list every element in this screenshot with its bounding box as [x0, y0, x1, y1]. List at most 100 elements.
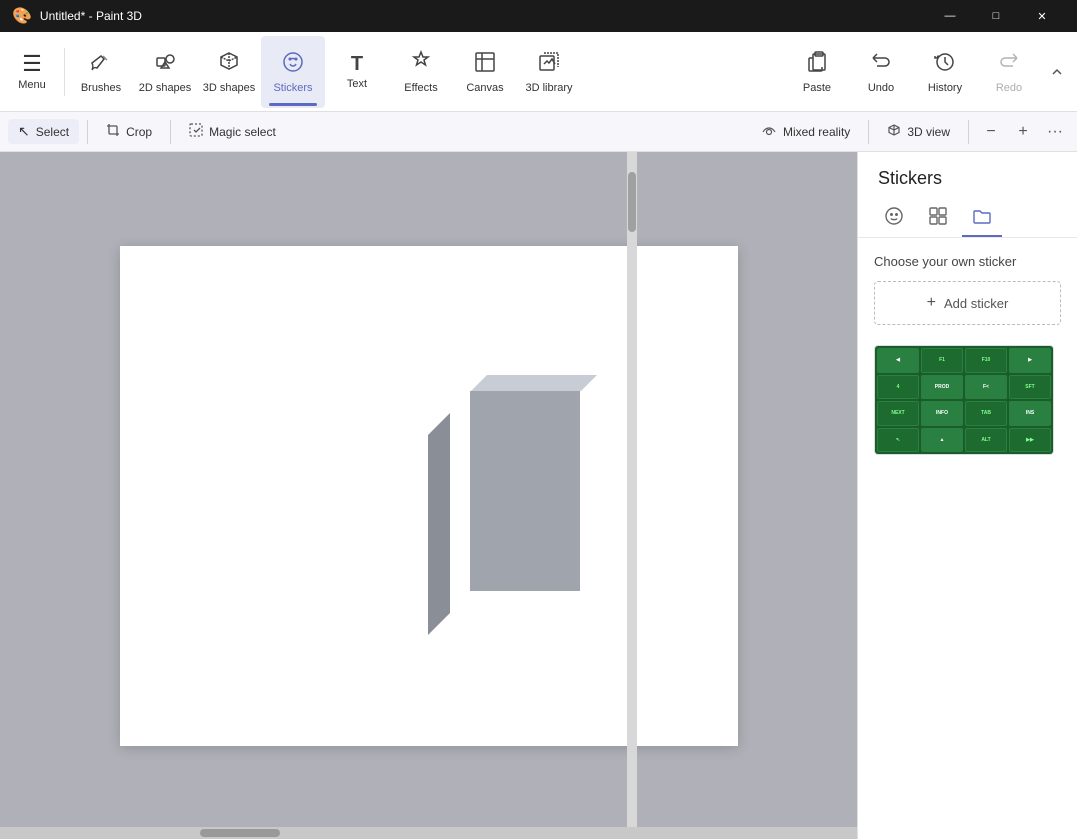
kb-key: ↖: [877, 428, 919, 453]
titlebar-controls: — □ ✕: [927, 0, 1065, 32]
history-button[interactable]: History: [913, 36, 977, 108]
subtoolbar-sep-2: [170, 120, 171, 144]
crop-label: Crop: [126, 125, 152, 139]
text-tool[interactable]: T Text: [325, 36, 389, 108]
magic-select-icon: [189, 123, 203, 140]
canvas-tool[interactable]: Canvas: [453, 36, 517, 108]
box-top-face: [471, 375, 597, 391]
subtoolbar-sep-3: [868, 120, 869, 144]
3d-shapes-tool[interactable]: 3D shapes: [197, 36, 261, 108]
paste-label: Paste: [803, 82, 831, 94]
box-front-face: [470, 391, 580, 591]
stickers-tool[interactable]: Stickers: [261, 36, 325, 108]
brushes-tool[interactable]: Brushes: [69, 36, 133, 108]
kb-key: NEXT: [877, 401, 919, 426]
toolbar-separator: [64, 48, 65, 96]
kb-key: F1: [921, 348, 963, 373]
crop-icon: [106, 123, 120, 140]
main-toolbar: ☰ Menu Brushes 2D shapes: [0, 32, 1077, 112]
panel-content: Choose your own sticker + Add sticker ◀ …: [858, 238, 1077, 839]
close-button[interactable]: ✕: [1019, 0, 1065, 32]
effects-icon: [409, 50, 433, 78]
subtoolbar-sep-1: [87, 120, 88, 144]
kb-key: ▶▶: [1009, 428, 1051, 453]
3d-shapes-label: 3D shapes: [203, 82, 256, 94]
3d-library-tool[interactable]: 3D library: [517, 36, 581, 108]
choose-sticker-label: Choose your own sticker: [874, 254, 1061, 269]
menu-label: Menu: [18, 79, 46, 91]
kb-key: ALT: [965, 428, 1007, 453]
vertical-scroll-thumb[interactable]: [628, 172, 636, 232]
stickers-label: Stickers: [273, 82, 312, 94]
2d-shapes-tool[interactable]: 2D shapes: [133, 36, 197, 108]
effects-tool[interactable]: Effects: [389, 36, 453, 108]
canvas-icon: [473, 50, 497, 78]
panel-tabs: [858, 197, 1077, 238]
history-label: History: [928, 82, 962, 94]
kb-key: INS: [1009, 401, 1051, 426]
panel-tab-sticker-grid[interactable]: [918, 197, 958, 237]
kb-key: F<: [965, 375, 1007, 400]
paste-icon: [805, 50, 829, 78]
kb-key: 4: [877, 375, 919, 400]
main-area: Stickers: [0, 152, 1077, 839]
paste-button[interactable]: Paste: [785, 36, 849, 108]
brushes-icon: [89, 50, 113, 78]
vertical-scrollbar[interactable]: [627, 152, 637, 827]
3d-library-icon: [537, 50, 561, 78]
sticker-image: ◀ F1 F10 ▶ 4 PROD F< SFT NEXT INFO TAB I…: [875, 346, 1053, 454]
add-sticker-label: Add sticker: [944, 296, 1008, 311]
select-subtool[interactable]: ↖ Select: [8, 119, 79, 144]
text-icon: T: [351, 54, 363, 74]
canvas: [120, 246, 738, 746]
select-label: Select: [36, 125, 69, 139]
stickers-icon: [281, 50, 305, 78]
3d-library-label: 3D library: [525, 82, 572, 94]
kb-key: ▶: [1009, 348, 1051, 373]
subtoolbar-sep-4: [968, 120, 969, 144]
mixed-reality-label: Mixed reality: [783, 125, 850, 139]
titlebar-title: Untitled* - Paint 3D: [40, 9, 142, 23]
more-options-button[interactable]: ···: [1041, 118, 1069, 146]
mixed-reality-icon: [761, 122, 777, 141]
crop-subtool[interactable]: Crop: [96, 119, 162, 144]
stickers-panel: Stickers: [857, 152, 1077, 839]
app-icon: 🎨: [12, 6, 32, 26]
3d-view-icon: [887, 123, 901, 140]
panel-title: Stickers: [858, 152, 1077, 197]
maximize-button[interactable]: □: [973, 0, 1019, 32]
menu-button[interactable]: ☰ Menu: [4, 36, 60, 108]
undo-label: Undo: [868, 82, 894, 94]
kb-key: F10: [965, 348, 1007, 373]
2d-shapes-icon: [153, 50, 177, 78]
undo-icon: [869, 50, 893, 78]
undo-button[interactable]: Undo: [849, 36, 913, 108]
add-sticker-button[interactable]: + Add sticker: [874, 281, 1061, 325]
history-icon: [933, 50, 957, 78]
sticker-preview[interactable]: ◀ F1 F10 ▶ 4 PROD F< SFT NEXT INFO TAB I…: [874, 345, 1054, 455]
magic-select-label: Magic select: [209, 125, 276, 139]
horizontal-scroll-thumb[interactable]: [200, 829, 280, 837]
zoom-out-button[interactable]: −: [977, 118, 1005, 146]
redo-button[interactable]: Redo: [977, 36, 1041, 108]
redo-label: Redo: [996, 82, 1022, 94]
3d-object: [450, 376, 580, 591]
3d-view-label: 3D view: [907, 125, 950, 139]
subtoolbar-right: Mixed reality 3D view − + ···: [751, 118, 1069, 146]
horizontal-scrollbar[interactable]: [0, 827, 857, 839]
panel-tab-emoji[interactable]: [874, 197, 914, 237]
redo-icon: [997, 50, 1021, 78]
minimize-button[interactable]: —: [927, 0, 973, 32]
menu-icon: ☰: [22, 53, 42, 75]
kb-key: ▲: [921, 428, 963, 453]
select-icon: ↖: [18, 123, 30, 140]
zoom-in-button[interactable]: +: [1009, 118, 1037, 146]
collapse-toolbar-button[interactable]: [1041, 56, 1073, 88]
3d-view-subtool[interactable]: 3D view: [877, 119, 960, 144]
mixed-reality-subtool[interactable]: Mixed reality: [751, 118, 860, 145]
panel-tab-folder[interactable]: [962, 197, 1002, 237]
effects-label: Effects: [404, 82, 437, 94]
box-side-face: [428, 413, 450, 635]
canvas-area[interactable]: [0, 152, 857, 839]
magic-select-subtool[interactable]: Magic select: [179, 119, 286, 144]
